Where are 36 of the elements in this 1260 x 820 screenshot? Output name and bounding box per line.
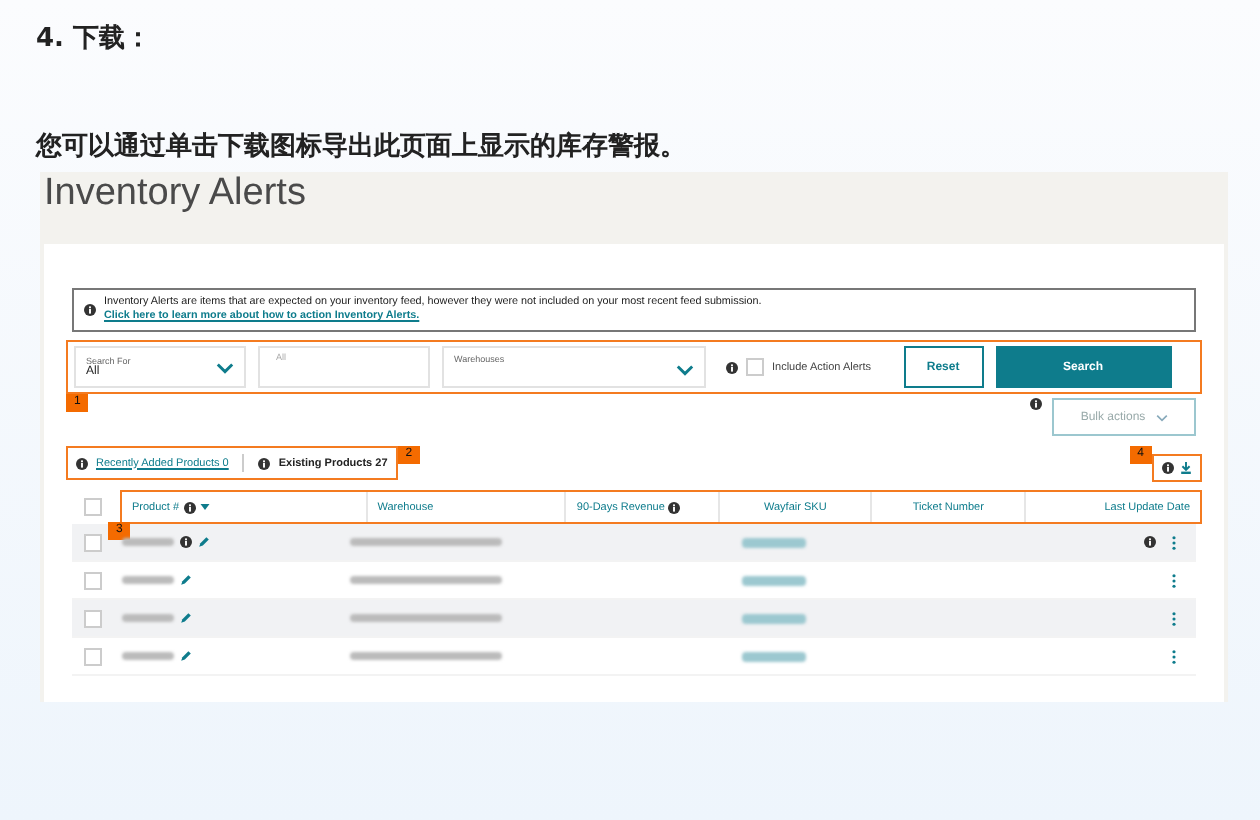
checkbox[interactable]	[84, 533, 102, 551]
redacted-text	[742, 575, 806, 585]
redacted-text	[122, 538, 174, 546]
redacted-text	[122, 576, 174, 584]
redacted-text	[122, 652, 174, 660]
redacted-text	[122, 614, 174, 622]
chevron-down-icon	[676, 364, 694, 376]
redacted-text	[742, 613, 806, 623]
redacted-text	[742, 537, 806, 547]
info-icon	[1030, 398, 1042, 410]
section-heading: 4. 下载：	[34, 22, 152, 56]
checkbox[interactable]	[84, 498, 102, 516]
chevron-down-icon	[216, 361, 234, 373]
info-icon	[668, 501, 681, 513]
intro-text: 您可以通过单击下载图标导出此页面上显示的库存警报。	[36, 129, 686, 164]
info-icon	[180, 536, 192, 548]
checkbox[interactable]	[746, 358, 764, 376]
sort-caret-icon[interactable]	[199, 504, 210, 510]
pencil-icon[interactable]	[180, 574, 192, 586]
redacted-text	[742, 651, 806, 661]
info-icon	[1144, 536, 1156, 548]
info-icon	[1162, 462, 1174, 474]
download-icon[interactable]	[1180, 462, 1192, 474]
chevron-down-icon	[1155, 413, 1168, 421]
pencil-icon[interactable]	[180, 612, 192, 624]
pencil-icon[interactable]	[198, 536, 210, 548]
checkbox[interactable]	[84, 609, 102, 627]
checkbox[interactable]	[84, 571, 102, 589]
pencil-icon[interactable]	[180, 650, 192, 662]
info-icon	[258, 457, 271, 469]
info-icon	[183, 501, 196, 513]
info-icon	[76, 457, 88, 469]
checkbox[interactable]	[84, 647, 102, 665]
info-icon	[84, 304, 96, 316]
page-title: Inventory Alerts	[42, 172, 306, 216]
info-icon	[726, 361, 738, 373]
